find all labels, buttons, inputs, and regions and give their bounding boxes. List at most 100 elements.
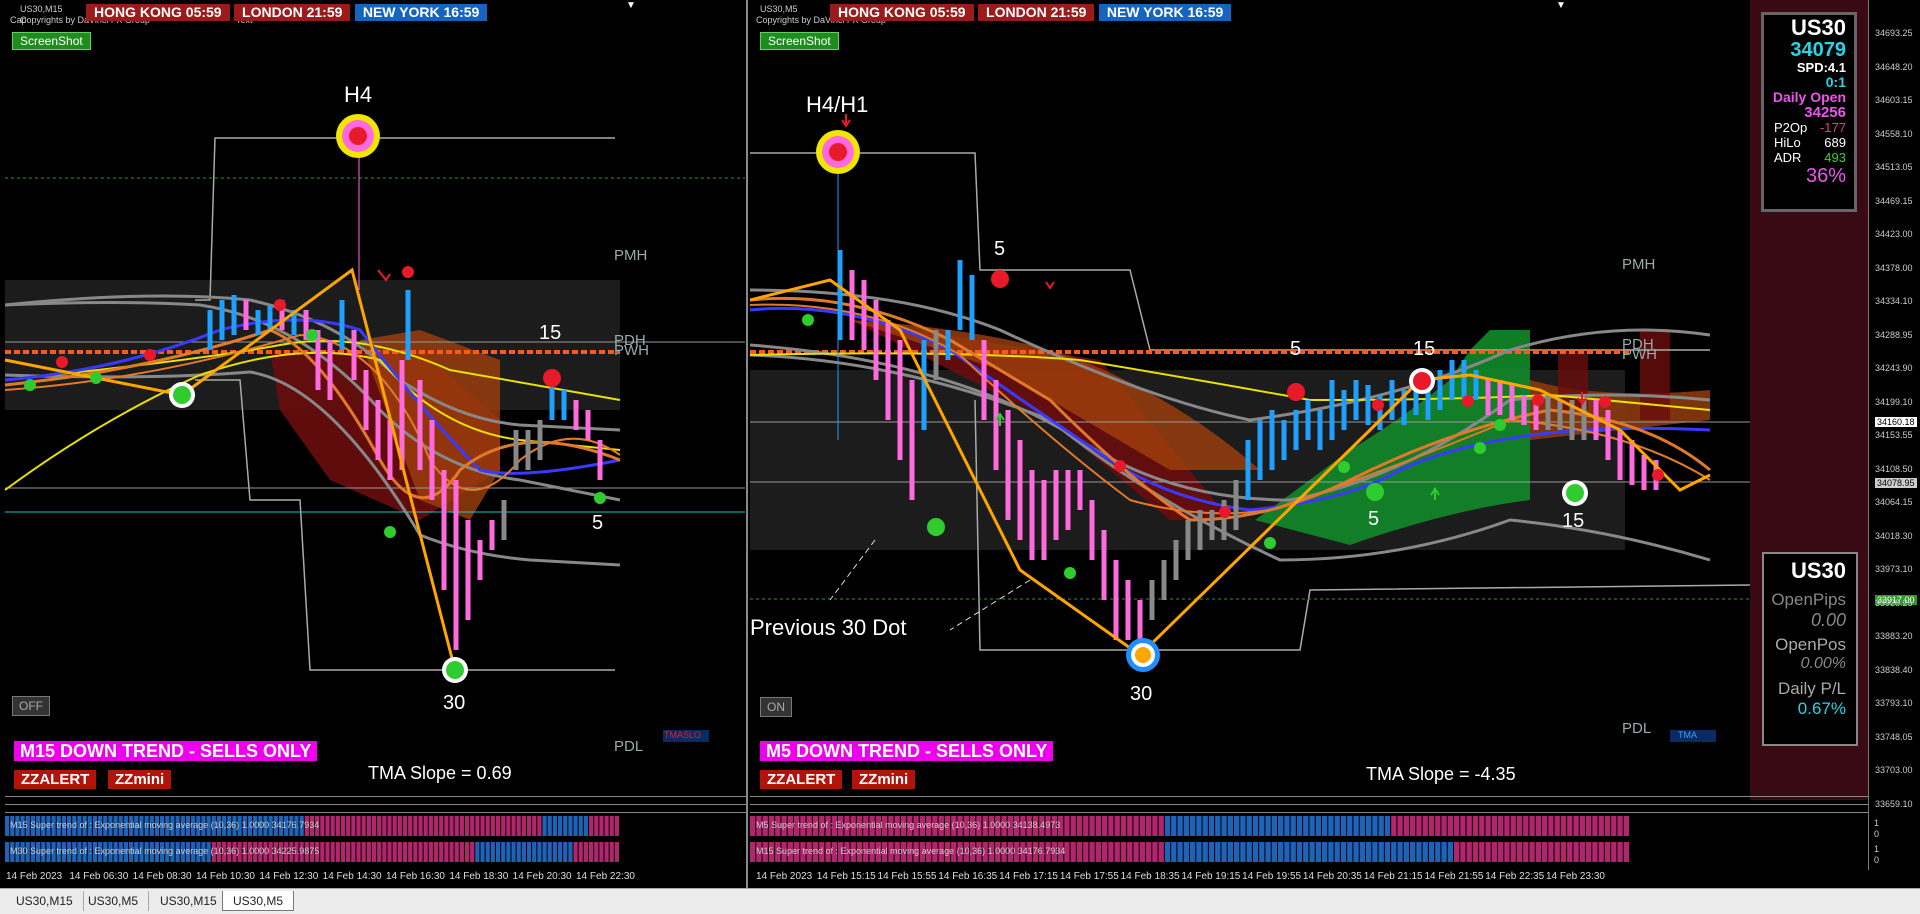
toggle-button[interactable]: OFF xyxy=(12,696,50,716)
swing-label-top: H4/H1 xyxy=(806,92,869,117)
supertrend-bar xyxy=(1485,842,1491,862)
supertrend-bar xyxy=(511,842,516,862)
supertrend-bar xyxy=(1548,842,1554,862)
supertrend-bar xyxy=(1271,842,1277,862)
supertrend-bar xyxy=(325,816,330,836)
zzmini-button[interactable]: ZZmini xyxy=(852,770,916,789)
chart-tab[interactable]: US30,M5 xyxy=(222,891,295,911)
zzalert-button[interactable]: ZZALERT xyxy=(760,770,843,789)
price-label: 33928.25 xyxy=(1875,597,1913,608)
supertrend-bar xyxy=(1510,816,1516,836)
chart-tab[interactable]: US30,M15 xyxy=(6,891,84,911)
indicator-label-1: M15 Super trend of : Exponential moving … xyxy=(10,820,320,830)
price-label: 34199.10 xyxy=(1875,396,1913,407)
price-label: 33973.10 xyxy=(1875,564,1913,574)
supertrend-bar xyxy=(1573,842,1579,862)
supertrend-bar xyxy=(1623,842,1629,862)
supertrend-bar xyxy=(480,816,485,836)
supertrend-bar xyxy=(588,816,594,836)
supertrend-bar xyxy=(1108,816,1114,836)
chart-window-us30-m15[interactable]: US30,M15 Cap Copyrights by DaVinci FX Gr… xyxy=(0,0,748,888)
supertrend-bar xyxy=(325,842,330,862)
supertrend-bar xyxy=(408,842,413,862)
clock-new-york: NEW YORK 16:59 xyxy=(1098,4,1232,21)
supertrend-bar xyxy=(356,842,361,862)
price-label: 34648.20 xyxy=(1875,61,1913,72)
zzmini-button[interactable]: ZZmini xyxy=(108,770,172,789)
supertrend-bar xyxy=(568,816,573,836)
scroll-marker-icon[interactable]: ▼ xyxy=(626,0,636,11)
price-label: 34108.50 xyxy=(1875,463,1913,474)
info-hilo: 689 xyxy=(1824,135,1846,150)
subwindow-divider xyxy=(750,804,1868,805)
supertrend-bar xyxy=(423,816,428,836)
price-label: 33703.00 xyxy=(1875,765,1913,775)
supertrend-bar xyxy=(459,842,464,862)
price-label: 33793.10 xyxy=(1875,698,1913,708)
chart-window-us30-m5[interactable]: US30,M5 Copyrights by DaVinci FX Group H… xyxy=(750,0,1920,888)
subwindow-divider xyxy=(750,812,1868,813)
supertrend-bar xyxy=(1259,816,1265,836)
supertrend-bar xyxy=(1579,816,1585,836)
supertrend-bar xyxy=(516,842,521,862)
supertrend-bar xyxy=(1102,842,1108,862)
supertrend-bar xyxy=(532,842,537,862)
tma-slope-value: TMA Slope = 0.69 xyxy=(368,763,512,783)
zzalert-button[interactable]: ZZALERT xyxy=(14,770,97,789)
supertrend-bar xyxy=(1410,842,1416,862)
supertrend-bar xyxy=(521,816,526,836)
price-label: 34513.05 xyxy=(1875,162,1913,172)
supertrend-bar xyxy=(366,816,371,836)
toggle-button[interactable]: ON xyxy=(760,697,792,717)
supertrend-bar xyxy=(552,842,557,862)
scroll-marker-icon[interactable]: ▼ xyxy=(1556,0,1566,11)
supertrend-bar xyxy=(1177,816,1183,836)
screenshot-button[interactable]: ScreenShot xyxy=(760,32,839,50)
supertrend-bar xyxy=(1403,842,1409,862)
supertrend-bar xyxy=(1378,842,1384,862)
supertrend-bar xyxy=(594,842,599,862)
time-label: 14 Feb 08:30 xyxy=(132,871,192,882)
supertrend-bar xyxy=(1127,816,1133,836)
chart-tab[interactable]: US30,M5 xyxy=(78,891,150,911)
time-axis: 14 Feb 2023 14 Feb 06:30 14 Feb 08:30 14 Fe… xyxy=(0,871,746,885)
supertrend-bar xyxy=(1516,816,1523,836)
time-label: 14 Feb 2023 xyxy=(756,871,813,882)
screenshot-button[interactable]: ScreenShot xyxy=(12,32,91,50)
supertrend-bar xyxy=(356,816,361,836)
swing-label-bottom: 30 xyxy=(1130,683,1153,705)
supertrend-bar xyxy=(573,816,578,836)
count-label: 15 xyxy=(1413,338,1436,360)
supertrend-bar xyxy=(1504,816,1510,836)
price-label: 34603.15 xyxy=(1875,95,1913,105)
supertrend-bar xyxy=(320,842,325,862)
supertrend-bar xyxy=(1542,842,1548,862)
chart-tab[interactable]: US30,M15 xyxy=(150,891,228,911)
acct-openpips: 0.00 xyxy=(1810,610,1846,630)
price-axis[interactable]: 34160.18 34078.95 33917.00 34693.25 34648… xyxy=(1868,0,1920,870)
supertrend-bar xyxy=(1516,842,1523,862)
supertrend-bar xyxy=(475,816,480,836)
supertrend-bar xyxy=(464,816,470,836)
supertrend-bar xyxy=(547,842,552,862)
supertrend-bar xyxy=(1164,842,1171,862)
supertrend-bar xyxy=(387,816,392,836)
supertrend-bar xyxy=(604,842,609,862)
time-label: 14 Feb 21:55 xyxy=(1424,871,1484,882)
price-label: 34018.30 xyxy=(1875,530,1913,541)
time-label: 14 Feb 19:15 xyxy=(1181,871,1241,882)
info-p2op: -177 xyxy=(1819,120,1846,135)
acct-dailypl-label: Daily P/L xyxy=(1777,679,1846,698)
supertrend-bar xyxy=(1114,816,1120,836)
acct-symbol: US30 xyxy=(1790,558,1846,583)
supertrend-bar xyxy=(330,816,335,836)
supertrend-bar xyxy=(495,842,501,862)
supertrend-bar xyxy=(387,842,392,862)
supertrend-bar xyxy=(1523,842,1529,862)
supertrend-bar xyxy=(1240,842,1246,862)
supertrend-bar xyxy=(1391,816,1397,836)
time-label: 14 Feb 16:30 xyxy=(386,871,445,882)
supertrend-bar xyxy=(1548,816,1554,836)
supertrend-bar xyxy=(1460,842,1466,862)
supertrend-bar xyxy=(1441,842,1447,862)
